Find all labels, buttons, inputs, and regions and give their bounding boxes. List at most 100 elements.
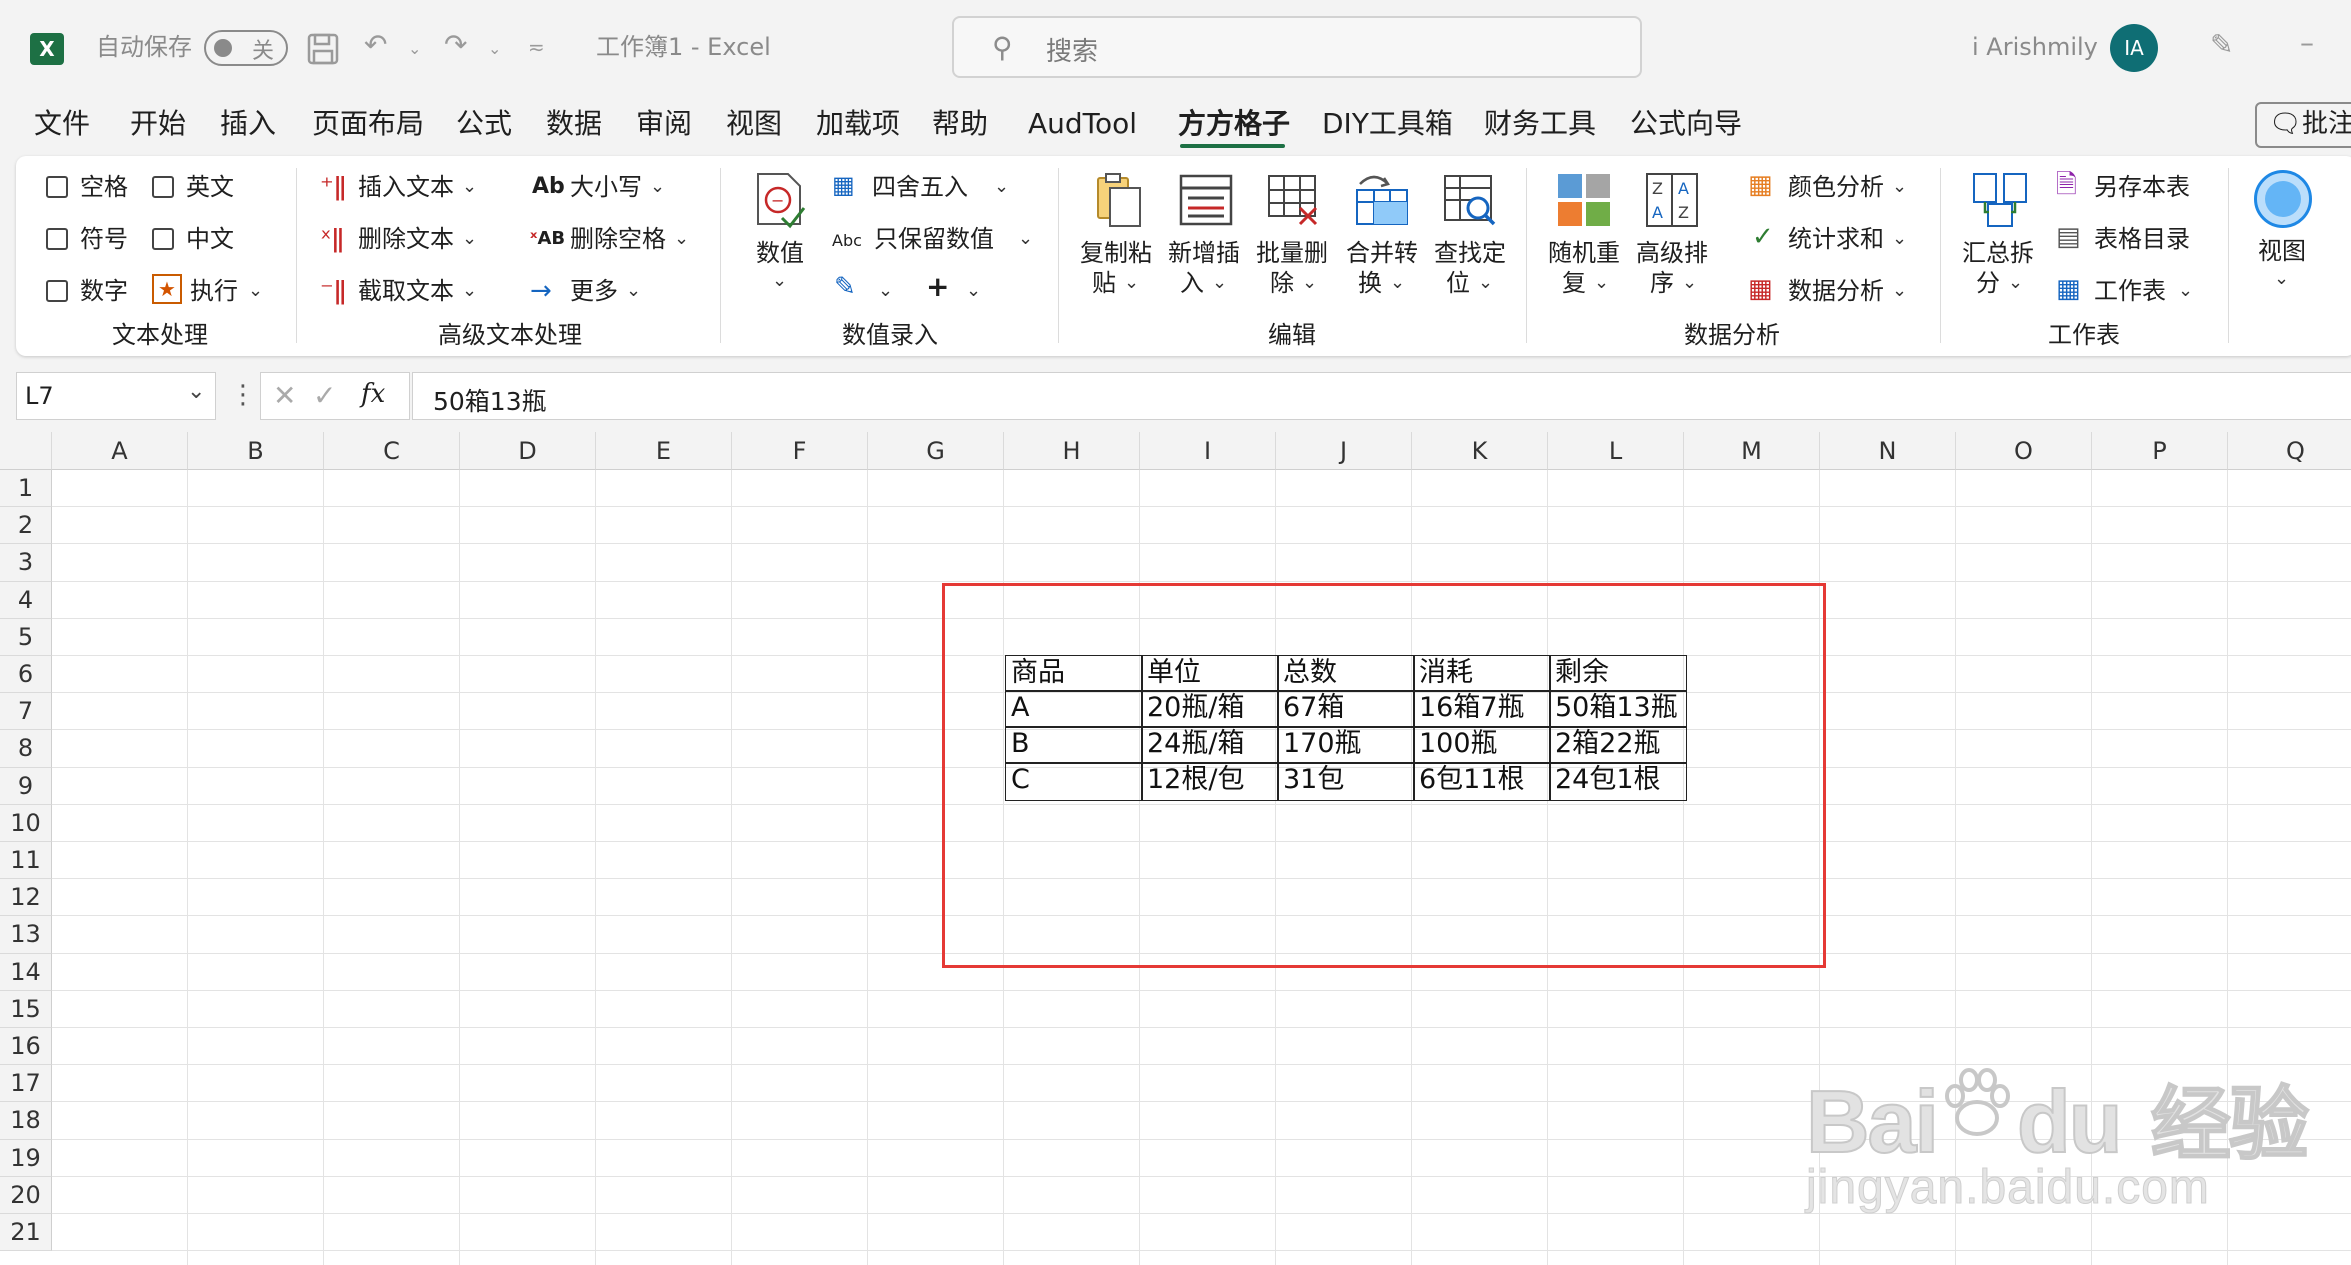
row-header-13[interactable]: 13: [0, 916, 52, 954]
find-locate-label-2[interactable]: 位: [1446, 268, 1470, 298]
tab-page-layout[interactable]: 页面布局: [312, 106, 424, 142]
column-header-l[interactable]: L: [1548, 432, 1684, 470]
column-header-m[interactable]: M: [1684, 432, 1820, 470]
table-cell[interactable]: 6包11根: [1413, 762, 1551, 801]
round-dropdown-icon[interactable]: ⌄: [994, 176, 1009, 197]
row-header-3[interactable]: 3: [0, 544, 52, 582]
more-button[interactable]: 更多: [570, 276, 618, 306]
formula-input[interactable]: 50箱13瓶: [412, 372, 2351, 420]
row-header-2[interactable]: 2: [0, 507, 52, 545]
column-header-h[interactable]: H: [1004, 432, 1140, 470]
tab-help[interactable]: 帮助: [932, 106, 988, 142]
insert-rows-label-1[interactable]: 新增插: [1168, 238, 1240, 268]
pen-icon[interactable]: ✎: [2210, 30, 2233, 60]
row-header-16[interactable]: 16: [0, 1028, 52, 1066]
undo-icon[interactable]: ↶: [364, 30, 387, 60]
summary-split-label-1[interactable]: 汇总拆: [1962, 238, 2034, 268]
enter-icon[interactable]: ✓: [313, 379, 336, 412]
row-header-20[interactable]: 20: [0, 1176, 52, 1214]
keep-number-dropdown-icon[interactable]: ⌄: [1018, 228, 1033, 249]
name-box-dropdown-icon[interactable]: ⌄: [187, 379, 205, 404]
merge-convert-label-1[interactable]: 合并转: [1346, 238, 1418, 268]
row-header-8[interactable]: 8: [0, 730, 52, 768]
table-header-cell[interactable]: 总数: [1277, 655, 1415, 692]
sheet-index-button[interactable]: 表格目录: [2094, 224, 2190, 254]
advanced-sort-dropdown-icon[interactable]: ⌄: [1682, 272, 1697, 293]
row-header-12[interactable]: 12: [0, 879, 52, 917]
table-header-cell[interactable]: 剩余: [1549, 655, 1687, 692]
row-header-10[interactable]: 10: [0, 804, 52, 842]
autosave-toggle[interactable]: 关: [204, 30, 288, 66]
find-locate-dropdown-icon[interactable]: ⌄: [1478, 272, 1493, 293]
avatar[interactable]: IA: [2110, 24, 2158, 72]
column-header-p[interactable]: P: [2092, 432, 2228, 470]
insert-text-dropdown-icon[interactable]: ⌄: [462, 176, 477, 197]
data-analysis-button[interactable]: 数据分析: [1788, 276, 1884, 306]
insert-text-button[interactable]: 插入文本: [358, 172, 454, 202]
execute-dropdown-icon[interactable]: ⌄: [248, 280, 263, 301]
row-header-9[interactable]: 9: [0, 767, 52, 805]
column-header-o[interactable]: O: [1956, 432, 2092, 470]
customize-qat-icon[interactable]: ≂: [528, 32, 545, 62]
tab-review[interactable]: 审阅: [636, 106, 692, 142]
advanced-sort-label-2[interactable]: 序: [1650, 268, 1674, 298]
row-header-15[interactable]: 15: [0, 990, 52, 1028]
extract-text-dropdown-icon[interactable]: ⌄: [462, 280, 477, 301]
table-cell[interactable]: 12根/包: [1141, 762, 1279, 801]
save-sheet-button[interactable]: 另存本表: [2094, 172, 2190, 202]
tab-formulas[interactable]: 公式: [456, 106, 512, 142]
stat-sum-dropdown-icon[interactable]: ⌄: [1892, 228, 1907, 249]
delete-text-button[interactable]: 删除文本: [358, 224, 454, 254]
tab-data[interactable]: 数据: [546, 106, 602, 142]
row-header-21[interactable]: 21: [0, 1214, 52, 1252]
copy-paste-dropdown-icon[interactable]: ⌄: [1124, 272, 1139, 293]
insert-rows-label-2[interactable]: 入: [1180, 268, 1204, 298]
column-header-a[interactable]: A: [52, 432, 188, 470]
row-header-6[interactable]: 6: [0, 656, 52, 694]
table-cell-selected[interactable]: 50箱13瓶: [1549, 690, 1687, 728]
insert-rows-dropdown-icon[interactable]: ⌄: [1212, 272, 1227, 293]
batch-delete-dropdown-icon[interactable]: ⌄: [1302, 272, 1317, 293]
merge-convert-dropdown-icon[interactable]: ⌄: [1390, 272, 1405, 293]
random-repeat-label-1[interactable]: 随机重: [1548, 238, 1620, 268]
tab-insert[interactable]: 插入: [220, 106, 276, 142]
tab-finance-tools[interactable]: 财务工具: [1484, 106, 1596, 142]
merge-convert-label-2[interactable]: 换: [1358, 268, 1382, 298]
round-button[interactable]: 四舍五入: [872, 172, 968, 202]
more-options-icon[interactable]: ⋮: [230, 380, 256, 410]
color-analysis-button[interactable]: 颜色分析: [1788, 172, 1884, 202]
find-locate-label-1[interactable]: 查找定: [1434, 238, 1506, 268]
tab-formula-wizard[interactable]: 公式向导: [1630, 106, 1742, 142]
table-cell[interactable]: 2箱22瓶: [1549, 726, 1687, 764]
advanced-sort-label-1[interactable]: 高级排: [1636, 238, 1708, 268]
user-name[interactable]: i Arishmily: [1972, 32, 2098, 62]
summary-split-label-2[interactable]: 分: [1976, 268, 2000, 298]
table-cell[interactable]: 67箱: [1277, 690, 1415, 728]
search-box[interactable]: ⚲ 搜索: [952, 16, 1642, 78]
row-header-4[interactable]: 4: [0, 581, 52, 619]
worksheet-button[interactable]: 工作表: [2094, 276, 2166, 306]
batch-delete-label-1[interactable]: 批量删: [1256, 238, 1328, 268]
edit-chart-dropdown-icon[interactable]: ⌄: [878, 280, 893, 301]
column-header-n[interactable]: N: [1820, 432, 1956, 470]
column-header-k[interactable]: K: [1412, 432, 1548, 470]
row-header-17[interactable]: 17: [0, 1065, 52, 1103]
random-repeat-dropdown-icon[interactable]: ⌄: [1594, 272, 1609, 293]
table-cell[interactable]: 24瓶/箱: [1141, 726, 1279, 764]
number-dropdown-icon[interactable]: ⌄: [772, 270, 787, 291]
column-header-j[interactable]: J: [1276, 432, 1412, 470]
remove-space-button[interactable]: 删除空格: [570, 224, 666, 254]
comments-button[interactable]: 🗨批注: [2255, 102, 2351, 148]
table-cell[interactable]: A: [1005, 690, 1143, 728]
column-header-d[interactable]: D: [460, 432, 596, 470]
copy-paste-label-2[interactable]: 贴: [1092, 268, 1116, 298]
checkbox-chinese[interactable]: [152, 228, 174, 250]
delete-text-dropdown-icon[interactable]: ⌄: [462, 228, 477, 249]
table-cell[interactable]: 24包1根: [1549, 762, 1687, 801]
table-cell[interactable]: 170瓶: [1277, 726, 1415, 764]
row-header-18[interactable]: 18: [0, 1102, 52, 1140]
more-dropdown-icon[interactable]: ⌄: [626, 280, 641, 301]
checkbox-english[interactable]: [152, 176, 174, 198]
copy-paste-label-1[interactable]: 复制粘: [1080, 238, 1152, 268]
tab-audtool[interactable]: AudTool: [1028, 106, 1137, 142]
